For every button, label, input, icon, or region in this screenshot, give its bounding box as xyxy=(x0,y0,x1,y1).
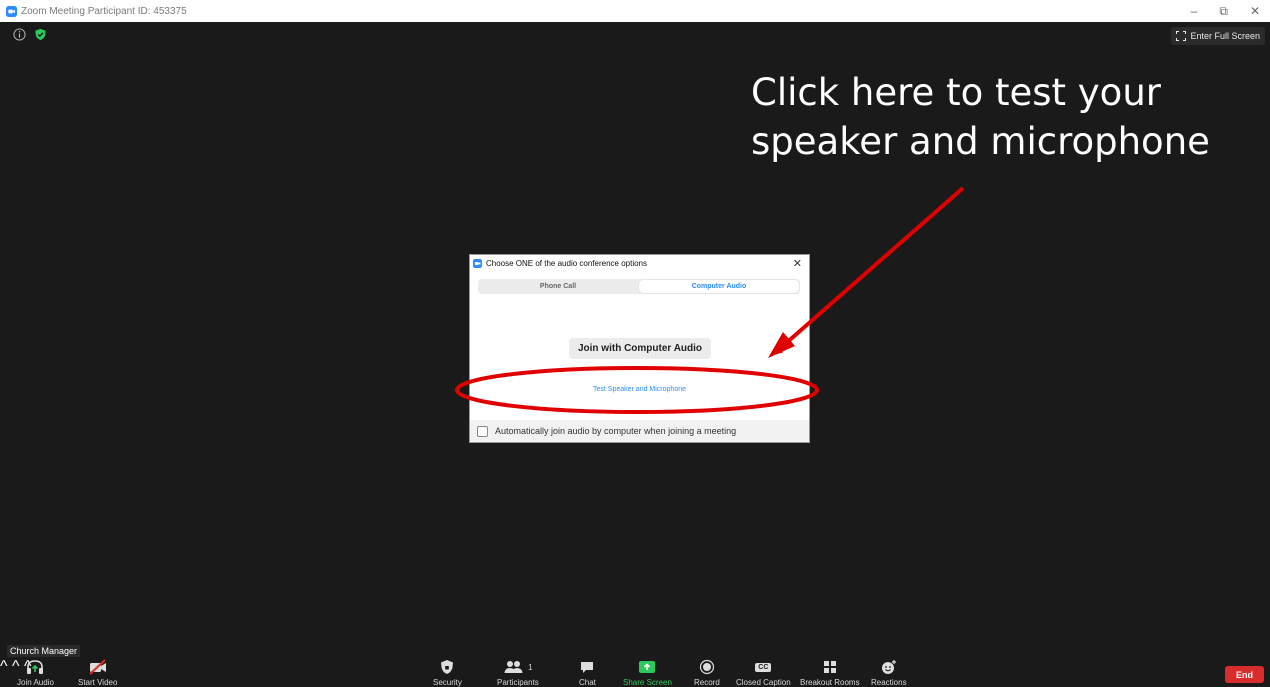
security-button[interactable]: Security xyxy=(433,658,462,687)
annotation-line-1: Click here to test your xyxy=(751,71,1161,114)
dialog-title: Choose ONE of the audio conference optio… xyxy=(486,258,647,268)
record-button[interactable]: Record xyxy=(694,658,720,687)
fullscreen-label: Enter Full Screen xyxy=(1190,31,1260,41)
join-audio-button[interactable]: Join Audio xyxy=(17,658,54,687)
test-speaker-microphone-link[interactable]: Test Speaker and Microphone xyxy=(470,386,809,393)
closed-caption-icon: CC xyxy=(755,662,772,672)
zoom-app-icon xyxy=(6,5,17,17)
auto-join-label[interactable]: Automatically join audio by computer whe… xyxy=(495,426,736,436)
auto-join-checkbox[interactable] xyxy=(477,425,488,437)
participant-name-tag: Church Manager xyxy=(7,645,81,657)
start-video-button[interactable]: Start Video xyxy=(78,658,117,687)
chat-icon xyxy=(581,662,594,673)
audio-tabs: Phone Call Computer Audio xyxy=(478,279,800,294)
reactions-icon xyxy=(881,660,896,674)
auto-join-row: Automatically join audio by computer whe… xyxy=(470,420,809,442)
tab-computer-audio[interactable]: Computer Audio xyxy=(639,280,799,293)
meeting-toolbar: Join Audio ^ Start Video Security 1 Part… xyxy=(0,658,1270,687)
participants-button[interactable]: 1 Participants xyxy=(497,658,539,687)
video-off-icon xyxy=(89,659,106,675)
encryption-shield-icon[interactable] xyxy=(34,28,47,41)
dialog-close-button[interactable]: ✕ xyxy=(793,257,802,270)
window-title-bar: Zoom Meeting Participant ID: 453375 – ⧉ … xyxy=(0,0,1270,22)
window-title: Zoom Meeting Participant ID: 453375 xyxy=(21,5,187,17)
enter-full-screen-button[interactable]: Enter Full Screen xyxy=(1171,27,1265,45)
chat-button[interactable]: Chat xyxy=(579,658,596,687)
info-icon[interactable] xyxy=(13,28,26,41)
join-with-computer-audio-button[interactable]: Join with Computer Audio xyxy=(569,338,711,359)
minimize-button[interactable]: – xyxy=(1191,4,1198,18)
annotation-callout-text: Click here to test your speaker and micr… xyxy=(751,68,1251,166)
headphones-icon xyxy=(27,660,44,674)
closed-caption-button[interactable]: CC Closed Caption xyxy=(736,658,791,687)
zoom-app-icon xyxy=(473,258,482,268)
tab-phone-call[interactable]: Phone Call xyxy=(478,279,638,294)
dialog-title-bar: Choose ONE of the audio conference optio… xyxy=(470,255,809,271)
end-meeting-button[interactable]: End xyxy=(1225,666,1264,683)
annotation-line-2: speaker and microphone xyxy=(751,120,1210,163)
reactions-button[interactable]: Reactions xyxy=(871,658,907,687)
share-screen-button[interactable]: Share Screen xyxy=(623,658,672,687)
record-icon xyxy=(699,659,714,675)
audio-options-dialog: Choose ONE of the audio conference optio… xyxy=(470,255,809,442)
restore-button[interactable]: ⧉ xyxy=(1219,4,1228,19)
participants-icon xyxy=(504,661,523,673)
share-screen-icon xyxy=(639,661,656,673)
breakout-rooms-button[interactable]: Breakout Rooms xyxy=(800,658,860,687)
fullscreen-icon xyxy=(1176,31,1187,41)
close-window-button[interactable]: ✕ xyxy=(1250,4,1260,18)
participants-count: 1 xyxy=(528,662,533,672)
security-shield-icon xyxy=(441,660,454,674)
breakout-rooms-icon xyxy=(823,661,836,673)
audio-options-caret[interactable]: ^ xyxy=(0,658,8,675)
